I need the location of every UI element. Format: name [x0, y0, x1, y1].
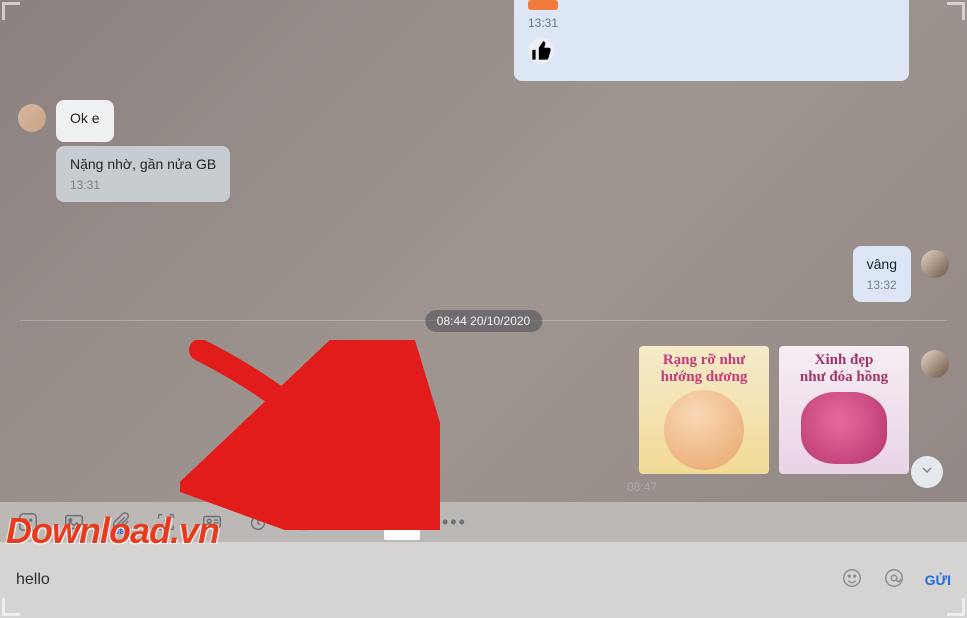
alarm-icon[interactable]: [246, 510, 270, 534]
sticker-caption: hướng dương: [661, 369, 748, 386]
sticker-caption: như đóa hồng: [800, 369, 888, 386]
message-timestamp: 13:31: [528, 16, 895, 30]
image-icon[interactable]: [62, 510, 86, 534]
thumbs-up-icon[interactable]: [528, 38, 554, 64]
message-text: Nặng nhờ, gần nửa GB: [70, 156, 216, 172]
date-divider-label: 08:44 20/10/2020: [425, 310, 542, 332]
priority-icon[interactable]: [384, 504, 420, 540]
avatar[interactable]: [18, 104, 46, 132]
scroll-to-bottom-button[interactable]: [911, 456, 943, 488]
attachment-thumbnail[interactable]: [528, 0, 558, 10]
received-message-bubble[interactable]: 13:31: [514, 0, 909, 81]
format-text-icon[interactable]: [338, 510, 362, 534]
message-text: Ok e: [70, 110, 100, 126]
sent-message-bubble[interactable]: Ok e: [56, 100, 114, 142]
chevron-down-icon: [919, 462, 935, 483]
message-row: Ok e: [0, 100, 967, 142]
message-timestamp: 08:47: [627, 480, 657, 494]
sticker-caption: Rạng rỡ như: [663, 352, 745, 369]
emoji-icon[interactable]: [841, 567, 863, 594]
message-input[interactable]: [16, 571, 829, 589]
message-row: vâng 13:32: [0, 246, 967, 302]
capture-icon[interactable]: Z: [154, 510, 178, 534]
file-size-badge: 1GB: [110, 529, 124, 536]
sticker-caption: Xinh đẹp: [815, 352, 874, 369]
own-message-bubble[interactable]: vâng 13:32: [853, 246, 911, 302]
compose-toolbar: 1GB Z •••: [0, 502, 967, 542]
contact-card-icon[interactable]: [200, 510, 224, 534]
more-icon[interactable]: •••: [442, 512, 467, 533]
sticker-message-group: Rạng rỡ như hướng dương Xinh đẹp như đóa…: [639, 346, 909, 474]
sticker-icon[interactable]: [16, 510, 40, 534]
send-button[interactable]: GỬI: [925, 572, 951, 588]
sticker-image[interactable]: Rạng rỡ như hướng dương: [639, 346, 769, 474]
message-text: vâng: [867, 256, 897, 272]
frame-corner: [947, 2, 965, 20]
sticker-image[interactable]: Xinh đẹp như đóa hồng: [779, 346, 909, 474]
message-row: Nặng nhờ, gần nửa GB 13:31: [0, 146, 967, 202]
task-icon[interactable]: [292, 510, 316, 534]
avatar[interactable]: [921, 250, 949, 278]
chat-messages-area: 13:31 Ok e Nặng nhờ, gần nửa GB 13:31 vâ…: [0, 0, 967, 502]
mention-icon[interactable]: [883, 567, 905, 594]
message-timestamp: 13:31: [70, 178, 216, 192]
frame-corner: [947, 598, 965, 616]
avatar[interactable]: [921, 350, 949, 378]
attach-icon[interactable]: 1GB: [108, 510, 132, 534]
frame-corner: [2, 2, 20, 20]
frame-corner: [2, 598, 20, 616]
message-input-row: GỬI: [0, 542, 967, 618]
message-timestamp: 13:32: [867, 278, 897, 292]
sent-message-bubble[interactable]: Nặng nhờ, gần nửa GB 13:31: [56, 146, 230, 202]
svg-text:Z: Z: [163, 518, 168, 527]
